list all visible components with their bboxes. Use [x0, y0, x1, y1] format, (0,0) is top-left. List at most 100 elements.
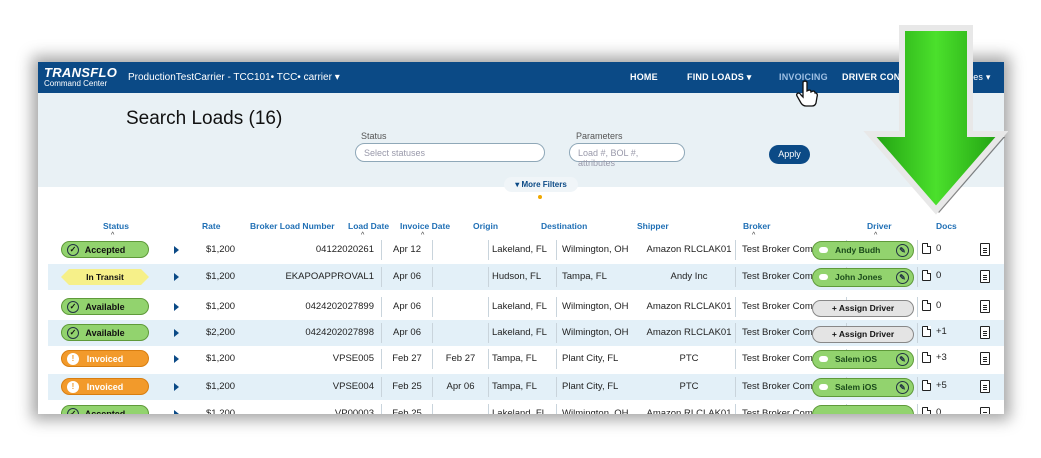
table-row[interactable]: In Transit $1,200 EKAPOAPPROVAL1 Apr 06 Huds…	[48, 264, 1004, 290]
destination: Plant City, FL	[562, 381, 619, 392]
status-badge[interactable]: ✓ Available	[61, 324, 149, 341]
status-badge[interactable]: In Transit	[61, 269, 149, 285]
assign-driver-button[interactable]: + Assign Driver	[812, 300, 914, 317]
driver-name: Andy Budh	[835, 245, 881, 255]
document-icon[interactable]	[922, 243, 931, 254]
driver-chip[interactable]	[812, 405, 914, 414]
col-load-date[interactable]: Load Date	[348, 221, 389, 231]
column-divider	[735, 240, 736, 260]
expand-row-icon[interactable]	[174, 329, 179, 337]
table-row[interactable]: ✓ Available $1,200 0424202027899 Apr 06 Lakel…	[48, 294, 1004, 320]
column-divider	[556, 240, 557, 260]
driver-chip[interactable]: John Jones ✎	[812, 268, 914, 287]
status-badge[interactable]: ! Invoiced	[61, 378, 149, 395]
nav-find-loads-label: FIND LOADS	[687, 72, 744, 82]
column-divider	[556, 267, 557, 287]
driver-name: John Jones	[835, 272, 883, 282]
invoice-date: Feb 27	[445, 353, 476, 364]
col-shipper[interactable]: Shipper	[637, 221, 669, 231]
chevron-down-icon: ▾	[334, 72, 340, 83]
nav-home[interactable]: HOME	[630, 72, 658, 82]
chat-icon	[819, 247, 828, 253]
table-row[interactable]: ✓ Accepted $1,200 04122020261 Apr 12 Lakeland…	[48, 237, 1004, 263]
more-filters-button[interactable]: ▾ More Filters	[504, 177, 578, 192]
filter-indicator-dot	[538, 195, 542, 199]
invoice-date	[433, 320, 488, 346]
document-icon[interactable]	[922, 326, 931, 337]
col-status[interactable]: Status	[103, 221, 129, 231]
invoice-file-icon[interactable]	[980, 243, 990, 256]
table-row[interactable]: ✓ Available $2,200 0424202027898 Apr 06 Lakel…	[48, 320, 1004, 346]
document-icon[interactable]	[922, 352, 931, 363]
expand-row-icon[interactable]	[174, 303, 179, 311]
document-icon[interactable]	[922, 300, 931, 311]
expand-row-icon[interactable]	[174, 383, 179, 391]
origin: Hudson, FL	[492, 271, 542, 282]
driver-chip[interactable]: Salem iOS ✎	[812, 350, 914, 369]
invoice-file-icon[interactable]	[980, 300, 990, 313]
broker-load-number: 0424202027899	[305, 301, 374, 312]
parameters-input[interactable]: Load #, BOL #, attributes	[569, 143, 685, 168]
driver-chip[interactable]: Salem iOS ✎	[812, 378, 914, 397]
edit-icon[interactable]: ✎	[896, 271, 909, 284]
col-broker-load-number[interactable]: Broker Load Number	[250, 221, 335, 231]
column-divider	[488, 297, 489, 317]
edit-icon[interactable]: ✎	[896, 381, 909, 394]
edit-icon[interactable]: ✎	[896, 244, 909, 257]
rate: $1,200	[206, 301, 236, 312]
status-text: Accepted	[84, 245, 126, 255]
invoice-file-icon[interactable]	[980, 326, 990, 339]
col-docs[interactable]: Docs	[936, 221, 957, 231]
carrier-selector[interactable]: ProductionTestCarrier - TCC101• TCC• car…	[128, 72, 340, 83]
alert-icon: !	[67, 381, 79, 393]
status-label: Status	[361, 131, 387, 141]
table-row[interactable]: ! Invoiced $1,200 VPSE005 Feb 27 Feb 27 Tampa,…	[48, 346, 1004, 372]
table-row[interactable]: ! Invoiced $1,200 VPSE004 Feb 25 Apr 06 Tampa,…	[48, 374, 1004, 400]
status-badge[interactable]: ✓ Available	[61, 298, 149, 315]
invoice-file-icon[interactable]	[980, 407, 990, 414]
col-broker[interactable]: Broker	[743, 221, 770, 231]
document-icon[interactable]	[922, 380, 931, 391]
broker-load-number: EKAPOAPPROVAL1	[285, 271, 374, 282]
column-divider	[917, 240, 918, 260]
search-panel: Search Loads (16) Status Select statuses…	[38, 93, 1004, 187]
edit-icon[interactable]: ✎	[896, 353, 909, 366]
col-invoice-date[interactable]: Invoice Date	[400, 221, 450, 231]
document-icon[interactable]	[922, 407, 931, 414]
expand-row-icon[interactable]	[174, 355, 179, 363]
col-driver[interactable]: Driver	[867, 221, 892, 231]
status-badge[interactable]: ✓ Accepted	[61, 241, 149, 258]
col-rate[interactable]: Rate	[202, 221, 220, 231]
load-date: Apr 12	[393, 244, 421, 255]
status-badge[interactable]: ✓ Accepted	[61, 405, 149, 414]
status-badge[interactable]: ! Invoiced	[61, 350, 149, 367]
invoice-file-icon[interactable]	[980, 352, 990, 365]
top-nav-bar: TRANSFLO Command Center ProductionTestCa…	[38, 62, 1004, 93]
docs-count: 0	[936, 407, 942, 414]
status-select[interactable]: Select statuses	[355, 143, 545, 162]
document-icon[interactable]	[922, 270, 931, 281]
col-destination[interactable]: Destination	[541, 221, 587, 231]
column-divider	[556, 323, 557, 343]
apply-button[interactable]: Apply	[769, 145, 810, 164]
expand-row-icon[interactable]	[174, 246, 179, 254]
page-title: Search Loads (16)	[126, 108, 283, 129]
origin: Lakeland, FL	[492, 244, 547, 255]
column-divider	[917, 267, 918, 287]
status-text: Accepted	[84, 409, 126, 414]
column-divider	[917, 377, 918, 397]
expand-row-icon[interactable]	[174, 273, 179, 281]
origin: Lakeland, FL	[492, 408, 547, 414]
assign-driver-button[interactable]: + Assign Driver	[812, 326, 914, 343]
nav-find-loads[interactable]: FIND LOADS ▾	[687, 72, 751, 83]
chat-icon	[819, 384, 828, 390]
transflo-logo[interactable]: TRANSFLO Command Center	[44, 66, 117, 88]
driver-chip[interactable]: Andy Budh ✎	[812, 241, 914, 260]
alert-icon: !	[67, 353, 79, 365]
col-origin[interactable]: Origin	[473, 221, 498, 231]
table-row[interactable]: ✓ Accepted $1,200 VP00003 Feb 25 Lakeland, FL…	[48, 401, 1004, 414]
invoice-file-icon[interactable]	[980, 380, 990, 393]
column-divider	[488, 404, 489, 414]
invoice-file-icon[interactable]	[980, 270, 990, 283]
expand-row-icon[interactable]	[174, 410, 179, 414]
